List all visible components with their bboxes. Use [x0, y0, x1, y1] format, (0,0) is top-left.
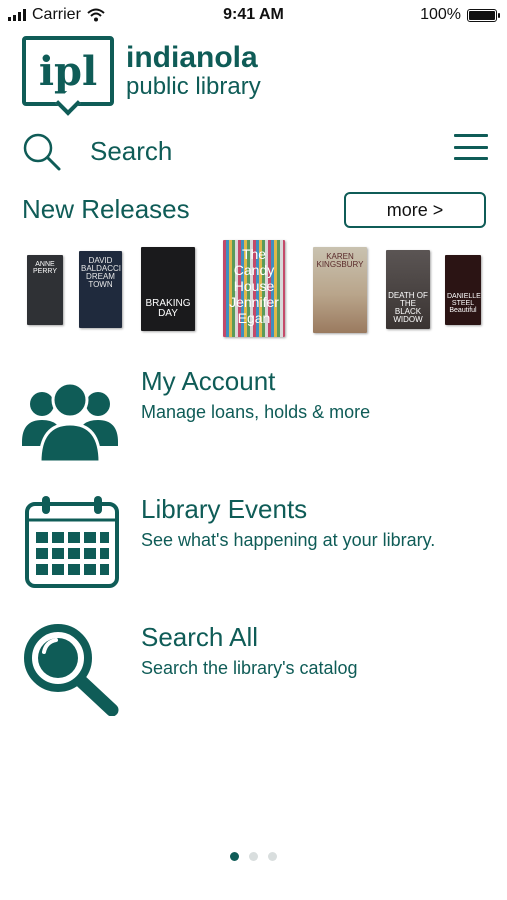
my-account-title: My Account	[141, 366, 276, 396]
library-events-subtitle: See what's happening at your library.	[141, 530, 436, 550]
book-title: DAVID BALDACCI DREAM TOWN	[81, 256, 122, 289]
book-cover[interactable]: DEATH OF THE BLACK WIDOW	[386, 250, 430, 329]
battery-group: 100%	[420, 6, 500, 24]
logo-badge: ipl	[22, 36, 114, 106]
logo-line2: public library	[126, 73, 261, 100]
new-releases-heading: New Releases	[22, 194, 190, 224]
book-title: ANNE PERRY	[33, 261, 57, 275]
book-title: BRAKING DAY	[145, 298, 191, 319]
logo-line1: indianola	[126, 41, 258, 74]
search-row: Search	[22, 130, 488, 174]
library-events-title: Library Events	[141, 494, 308, 524]
battery-icon	[467, 8, 500, 22]
my-account-subtitle: Manage loans, holds & more	[141, 402, 371, 422]
book-cover[interactable]: KAREN KINGSBURY	[313, 247, 367, 333]
search-input[interactable]: Search	[90, 136, 172, 167]
library-events-item[interactable]: Library Events See what's happening at y…	[20, 494, 490, 594]
status-bar: Carrier 9:41 AM 100%	[0, 0, 507, 30]
book-title: DEATH OF THE BLACK WIDOW	[388, 291, 428, 324]
book-title: KAREN KINGSBURY	[316, 252, 364, 269]
page-dot-2[interactable]	[249, 852, 258, 861]
book-cover[interactable]: BRAKING DAY	[141, 247, 195, 331]
book-cover[interactable]: DANIELLE STEEL Beautiful	[445, 255, 481, 325]
page-indicator[interactable]	[0, 852, 507, 861]
page-dot-1[interactable]	[230, 852, 239, 861]
book-title: DANIELLE STEEL Beautiful	[447, 293, 481, 314]
more-button[interactable]: more >	[344, 192, 486, 228]
book-cover[interactable]: DAVID BALDACCI DREAM TOWN	[79, 251, 122, 328]
calendar-icon	[25, 496, 119, 588]
new-releases-carousel[interactable]: ANNE PERRY DAVID BALDACCI DREAM TOWN BRA…	[0, 240, 507, 340]
logo-name: indianola public library	[126, 43, 261, 99]
library-logo: ipl indianola public library	[22, 36, 261, 106]
battery-percent: 100%	[420, 6, 461, 23]
search-all-subtitle: Search the library's catalog	[141, 658, 358, 678]
search-all-title: Search All	[141, 622, 259, 652]
my-account-item[interactable]: My Account Manage loans, holds & more	[20, 366, 490, 466]
hamburger-menu-icon[interactable]	[454, 130, 488, 164]
magnifier-icon	[24, 624, 119, 716]
users-icon	[22, 381, 118, 462]
page-dot-3[interactable]	[268, 852, 277, 861]
search-icon[interactable]	[22, 132, 62, 172]
book-title: The Candy House Jennifer Egan	[229, 246, 279, 327]
book-cover[interactable]: The Candy House Jennifer Egan	[223, 240, 285, 337]
search-all-item[interactable]: Search All Search the library's catalog	[20, 622, 490, 722]
book-cover[interactable]: ANNE PERRY	[27, 255, 63, 325]
